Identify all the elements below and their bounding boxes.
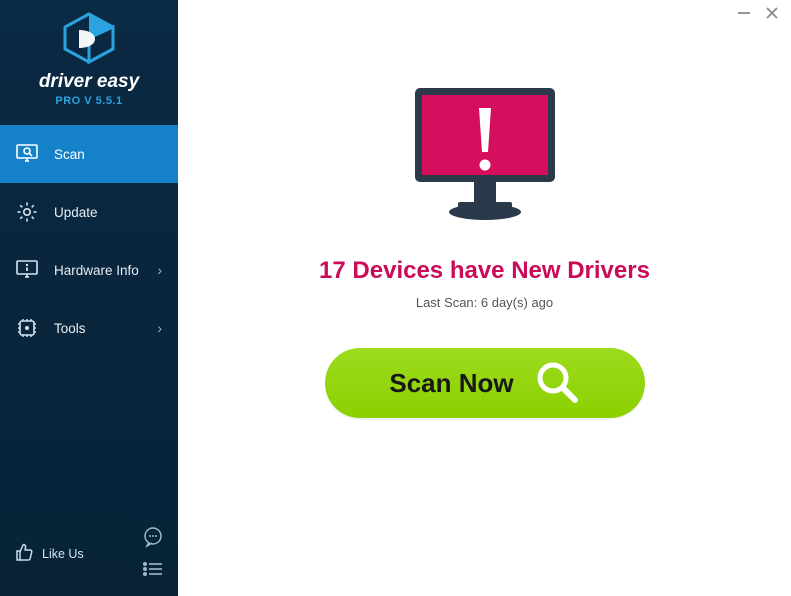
logo-icon [61, 12, 117, 64]
sidebar-item-tools[interactable]: Tools › [0, 299, 178, 357]
sidebar-item-label: Scan [54, 147, 162, 162]
alert-monitor-illustration [400, 80, 570, 235]
sidebar: driver easy PRO V 5.5.1 Scan Update [0, 0, 178, 596]
sidebar-item-label: Hardware Info [54, 263, 157, 278]
product-name: driver easy [0, 71, 178, 93]
last-scan-text: Last Scan: 6 day(s) ago [416, 295, 553, 310]
product-version: PRO V 5.5.1 [0, 95, 178, 107]
like-us-label: Like Us [42, 547, 84, 561]
tools-icon [16, 317, 38, 339]
sidebar-item-hardware-info[interactable]: Hardware Info › [0, 241, 178, 299]
sidebar-item-label: Update [54, 205, 162, 220]
hardware-info-icon [16, 259, 38, 281]
scan-now-label: Scan Now [389, 368, 513, 399]
like-us-button[interactable]: Like Us [14, 542, 84, 567]
scan-result-headline: 17 Devices have New Drivers [319, 257, 650, 285]
minimize-button[interactable] [737, 5, 751, 23]
thumbs-up-icon [14, 542, 34, 567]
gear-icon [16, 201, 38, 223]
chevron-right-icon: › [157, 320, 162, 336]
titlebar [178, 0, 791, 28]
sidebar-item-scan[interactable]: Scan [0, 125, 178, 183]
app-window: driver easy PRO V 5.5.1 Scan Update [0, 0, 791, 596]
sidebar-nav: Scan Update Hardware Info › Tools [0, 125, 178, 516]
sidebar-item-update[interactable]: Update [0, 183, 178, 241]
main-panel: 17 Devices have New Drivers Last Scan: 6… [178, 28, 791, 596]
content-area: 17 Devices have New Drivers Last Scan: 6… [178, 0, 791, 596]
sidebar-item-label: Tools [54, 321, 157, 336]
sidebar-bottom-bar: Like Us [0, 516, 178, 596]
feedback-icon[interactable] [142, 526, 164, 553]
logo-area: driver easy PRO V 5.5.1 [0, 0, 178, 115]
chevron-right-icon: › [157, 262, 162, 278]
close-button[interactable] [765, 5, 779, 23]
scan-now-button[interactable]: Scan Now [325, 348, 645, 418]
menu-list-icon[interactable] [142, 561, 164, 582]
scan-monitor-icon [16, 143, 38, 165]
magnifier-icon [534, 359, 580, 408]
